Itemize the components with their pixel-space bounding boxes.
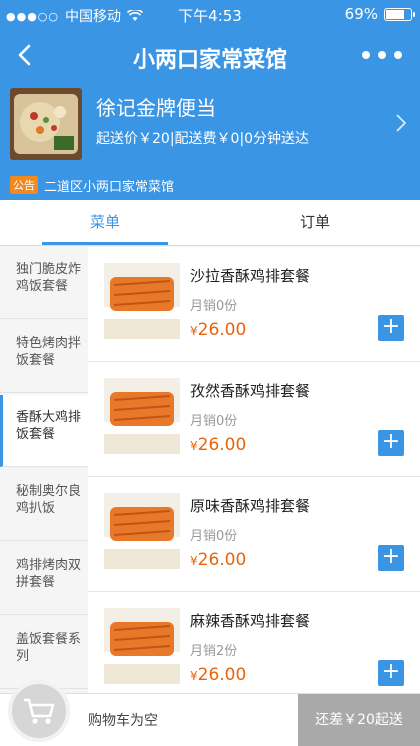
category-item[interactable]: 鸡排烤肉双拼套餐 <box>0 543 88 615</box>
food-list: 沙拉香酥鸡排套餐 月销0份 ¥26.00 + 孜然香酥鸡排套餐 月销0份 ¥26… <box>88 247 420 693</box>
food-price: ¥26.00 <box>190 550 247 570</box>
chevron-right-icon[interactable] <box>394 112 408 140</box>
food-sales: 月销2份 <box>190 644 238 659</box>
store-summary[interactable]: 徐记金牌便当 起送价￥20|配送费￥0|0分钟送达 <box>10 88 410 162</box>
food-item[interactable]: 麻辣香酥鸡排套餐 月销2份 ¥26.00 + <box>88 592 420 693</box>
food-sales: 月销0份 <box>190 529 238 544</box>
add-to-cart-button[interactable]: + <box>378 660 404 686</box>
food-image <box>104 608 180 684</box>
food-image <box>104 493 180 569</box>
cart-status: 购物车为空 <box>88 713 158 729</box>
food-price: ¥26.00 <box>190 320 247 340</box>
category-item[interactable]: 独门脆皮炸鸡饭套餐 <box>0 247 88 319</box>
food-image <box>104 378 180 454</box>
store-notice[interactable]: 公告 二道区小两口家常菜馆 <box>10 176 175 195</box>
food-item[interactable]: 沙拉香酥鸡排套餐 月销0份 ¥26.00 + <box>88 247 420 362</box>
food-name: 麻辣香酥鸡排套餐 <box>190 612 311 630</box>
battery-percent: 69% <box>344 5 378 23</box>
store-logo <box>10 88 82 160</box>
food-price: ¥26.00 <box>190 665 247 685</box>
notice-badge: 公告 <box>10 176 38 194</box>
food-image <box>104 263 180 339</box>
battery-icon <box>384 7 415 21</box>
status-bar: ●●●○○ 中国移动 下午4:53 69% <box>0 0 420 30</box>
category-item[interactable]: 秘制奥尔良鸡扒饭 <box>0 469 88 541</box>
checkout-button[interactable]: 还差￥20起送 <box>298 694 420 746</box>
food-item[interactable]: 孜然香酥鸡排套餐 月销0份 ¥26.00 + <box>88 362 420 477</box>
category-item[interactable]: 盖饭套餐系列 <box>0 617 88 689</box>
store-header: ●●●○○ 中国移动 下午4:53 69% 小两口家常菜馆 徐记金牌便当 起送价… <box>0 0 420 200</box>
tab-menu[interactable]: 菜单 <box>0 200 210 246</box>
category-sidebar: 独门脆皮炸鸡饭套餐 特色烤肉拌饭套餐 香酥大鸡排饭套餐 秘制奥尔良鸡扒饭 鸡排烤… <box>0 247 88 693</box>
category-item[interactable]: 特色烤肉拌饭套餐 <box>0 321 88 393</box>
store-delivery-info: 起送价￥20|配送费￥0|0分钟送达 <box>96 131 310 147</box>
food-sales: 月销0份 <box>190 299 238 314</box>
tab-bar: 菜单 订单 <box>0 200 420 246</box>
food-name: 孜然香酥鸡排套餐 <box>190 382 311 400</box>
food-price: ¥26.00 <box>190 435 247 455</box>
add-to-cart-button[interactable]: + <box>378 545 404 571</box>
food-name: 沙拉香酥鸡排套餐 <box>190 267 311 285</box>
category-item-active[interactable]: 香酥大鸡排饭套餐 <box>0 395 88 467</box>
food-name: 原味香酥鸡排套餐 <box>190 497 311 515</box>
nav-bar: 小两口家常菜馆 <box>0 30 420 82</box>
store-name: 徐记金牌便当 <box>96 96 216 120</box>
tab-indicator <box>42 242 168 245</box>
cart-icon[interactable] <box>8 680 70 742</box>
food-item[interactable]: 原味香酥鸡排套餐 月销0份 ¥26.00 + <box>88 477 420 592</box>
notice-text: 二道区小两口家常菜馆 <box>44 179 175 195</box>
add-to-cart-button[interactable]: + <box>378 315 404 341</box>
back-icon[interactable] <box>10 40 40 70</box>
add-to-cart-button[interactable]: + <box>378 430 404 456</box>
cart-bar: 购物车为空 还差￥20起送 <box>0 680 420 746</box>
page-title: 小两口家常菜馆 <box>132 48 287 73</box>
tab-orders[interactable]: 订单 <box>210 200 420 246</box>
more-icon[interactable] <box>362 40 402 70</box>
food-sales: 月销0份 <box>190 414 238 429</box>
